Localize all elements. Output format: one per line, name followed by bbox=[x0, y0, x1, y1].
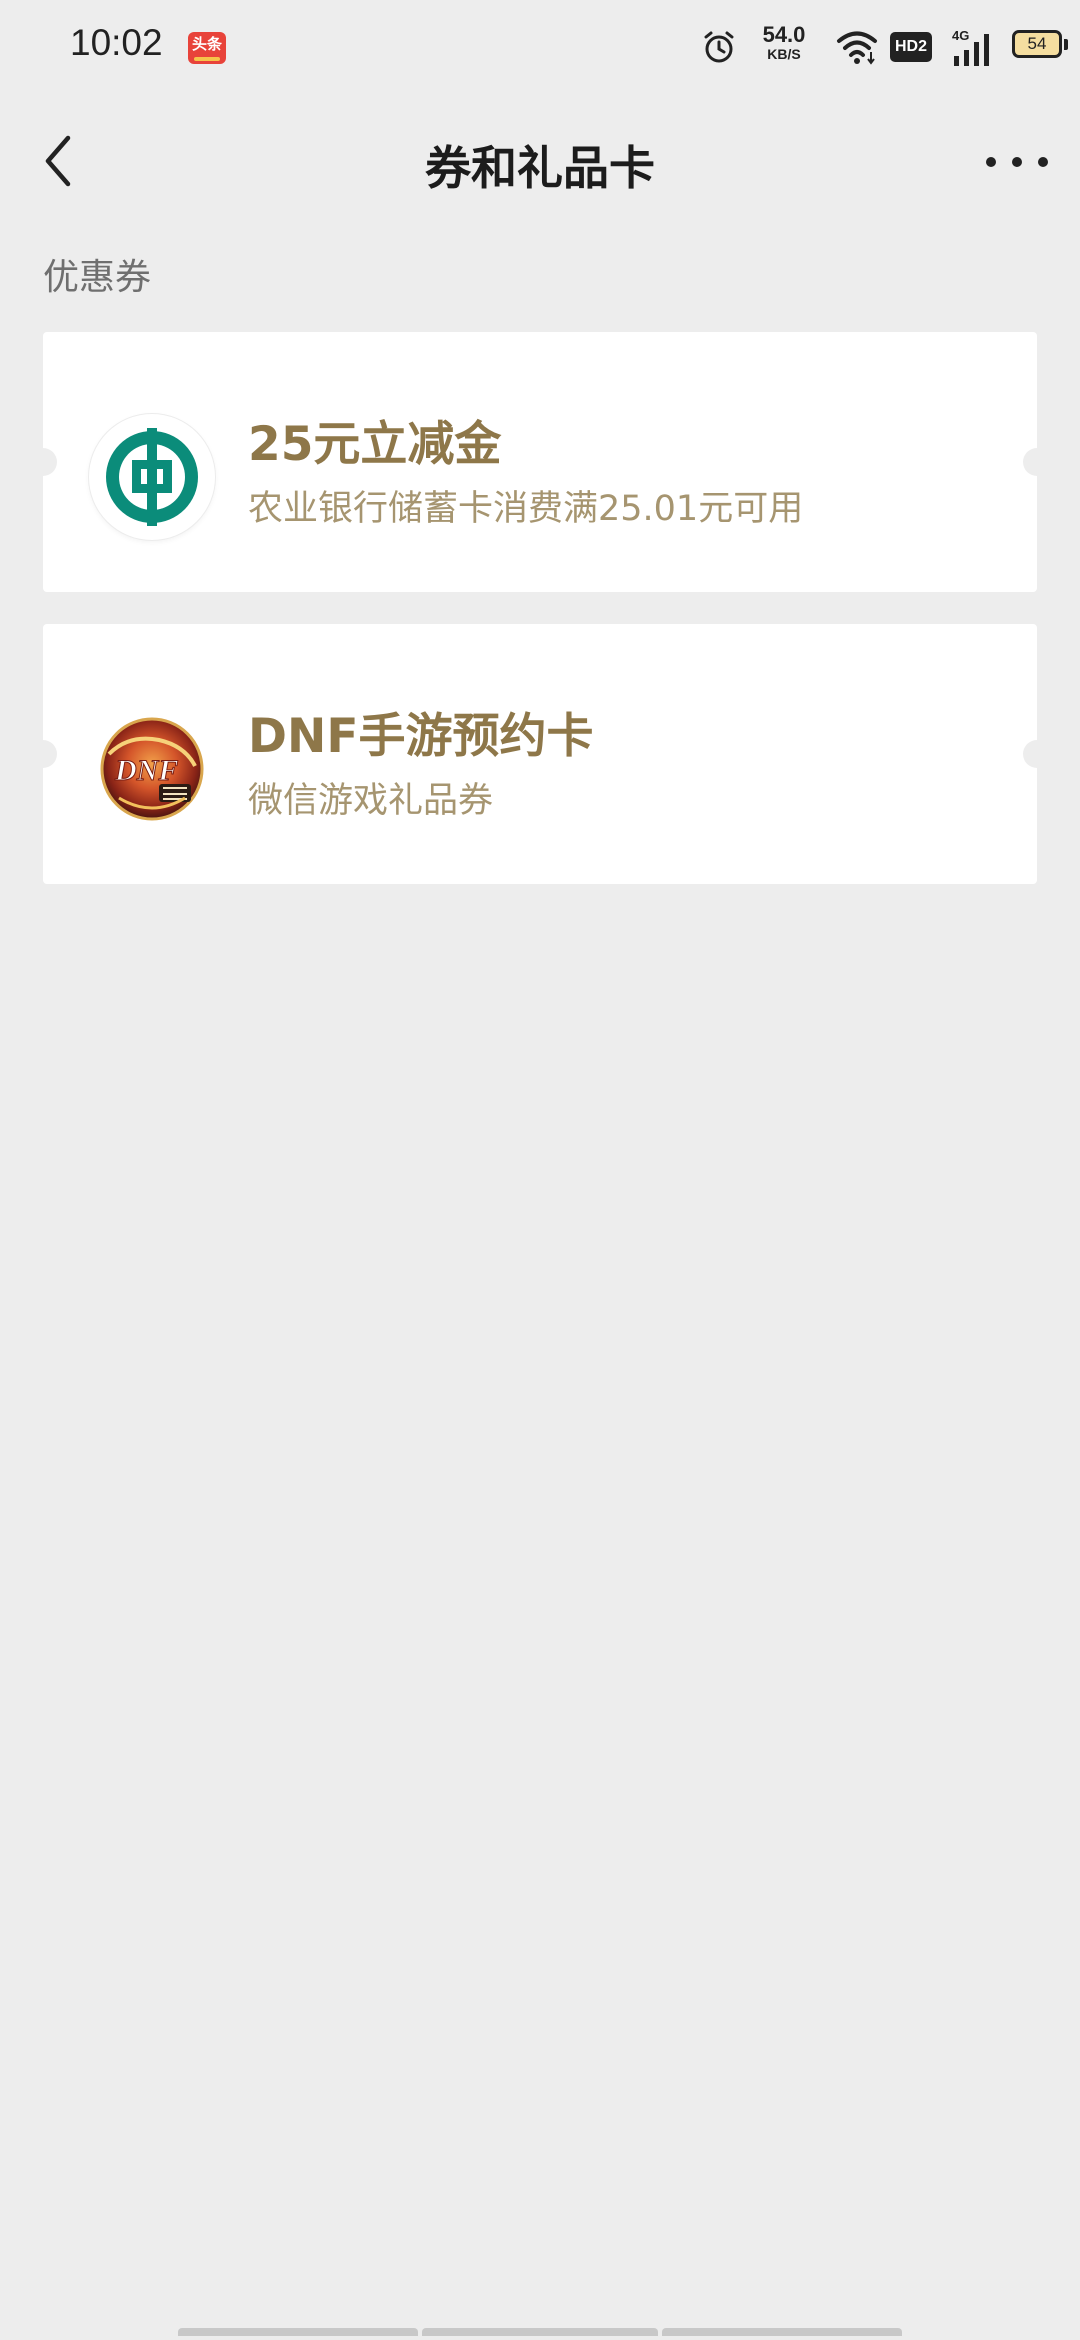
network-type-label: 4G bbox=[952, 28, 969, 43]
toutiao-app-icon: 头条 bbox=[188, 32, 226, 64]
coupon-subtitle: 农业银行储蓄卡消费满25.01元可用 bbox=[248, 489, 804, 529]
coupon-subtitle: 微信游戏礼品券 bbox=[248, 781, 494, 821]
wifi-icon bbox=[837, 31, 877, 65]
abc-bank-logo-icon bbox=[89, 414, 215, 540]
status-icons: 54.0 KB/S HD2 4G 54 bbox=[660, 0, 1080, 96]
coupon-title: DNF手游预约卡 bbox=[248, 709, 594, 764]
coupon-title: 25元立减金 bbox=[248, 417, 502, 472]
network-speed: 54.0 KB/S bbox=[755, 22, 813, 63]
alarm-icon bbox=[704, 31, 734, 63]
battery-level: 54 bbox=[1012, 30, 1062, 58]
coupon-card[interactable]: DNF DNF手游预约卡 微信游戏礼品券 bbox=[29, 624, 1051, 884]
svg-text:DNF: DNF bbox=[114, 754, 178, 787]
hd-voice-icon: HD2 bbox=[890, 32, 932, 62]
network-speed-value: 54.0 bbox=[762, 22, 806, 47]
network-speed-unit: KB/S bbox=[767, 46, 801, 62]
section-label-coupons: 优惠券 bbox=[43, 257, 152, 298]
status-time: 10:02 bbox=[70, 22, 163, 63]
more-dots-icon[interactable] bbox=[982, 136, 1052, 186]
navigation-bar: 券和礼品卡 bbox=[0, 96, 1080, 228]
dnf-game-logo-icon: DNF bbox=[89, 706, 215, 832]
cellular-signal-icon: 4G bbox=[952, 28, 989, 66]
battery-icon: 54 bbox=[1012, 30, 1070, 62]
coupon-card[interactable]: 25元立减金 农业银行储蓄卡消费满25.01元可用 bbox=[29, 332, 1051, 592]
back-button[interactable] bbox=[30, 126, 90, 196]
home-indicator[interactable] bbox=[178, 2328, 902, 2340]
page-title: 券和礼品卡 bbox=[425, 141, 655, 195]
chevron-left-icon bbox=[45, 135, 71, 187]
status-bar: 10:02 头条 54.0 KB/S HD2 4G 54 bbox=[0, 0, 1080, 96]
